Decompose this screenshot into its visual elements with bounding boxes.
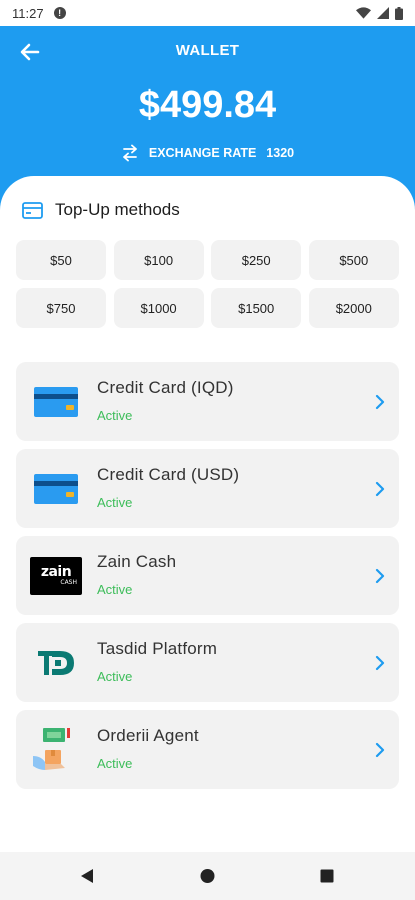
nav-home-button[interactable] (200, 869, 215, 884)
content-sheet: Top-Up methods $50 $100 $250 $500 $750 $… (0, 176, 415, 852)
app-screen: 11:27 ! WALLET $499.84 EXCHANGE RATE 132… (0, 0, 415, 900)
page-title: WALLET (175, 42, 240, 59)
method-status: Active (97, 408, 133, 423)
tasdid-logo (38, 650, 74, 675)
payment-methods-list: Credit Card (IQD) Active Credit Card (US… (16, 362, 399, 789)
method-status: Active (97, 669, 133, 684)
method-name: Zain Cash (97, 552, 177, 571)
agent-icon (33, 727, 70, 770)
status-bar: 11:27 ! (0, 0, 415, 26)
credit-card-icon (34, 473, 78, 504)
amount-button[interactable]: $1000 (113, 288, 204, 328)
battery-icon (395, 6, 403, 20)
nav-recents-button[interactable] (320, 869, 334, 883)
nav-back-button[interactable] (80, 868, 94, 884)
method-name: Orderii Agent (97, 726, 199, 745)
chevron-right-icon (375, 394, 385, 409)
exchange-rate-label: EXCHANGE RATE (148, 146, 257, 160)
method-name: Credit Card (IQD) (97, 378, 234, 397)
chevron-right-icon (375, 568, 385, 583)
method-status: Active (97, 582, 133, 597)
square-recents-icon (320, 869, 334, 883)
amount-button[interactable]: $2000 (308, 288, 399, 328)
method-zain-cash[interactable]: zain CASH Zain Cash Active (16, 536, 399, 615)
method-credit-card-usd[interactable]: Credit Card (USD) Active (16, 449, 399, 528)
topup-header: Top-Up methods (22, 200, 180, 220)
system-nav-bar (0, 852, 415, 900)
amount-button[interactable]: $750 (16, 288, 106, 328)
credit-card-icon (34, 386, 78, 417)
wifi-icon (356, 7, 371, 19)
method-credit-card-iqd[interactable]: Credit Card (IQD) Active (16, 362, 399, 441)
amount-button[interactable]: $1500 (211, 288, 302, 328)
method-orderii-agent[interactable]: Orderii Agent Active (16, 710, 399, 789)
wallet-balance: $499.84 (138, 84, 277, 126)
triangle-back-icon (81, 869, 93, 883)
zain-cash-logo: zain CASH (30, 556, 82, 595)
method-name: Tasdid Platform (97, 639, 218, 658)
circle-home-icon (200, 869, 215, 883)
chevron-right-icon (375, 655, 385, 670)
notification-icon: ! (53, 7, 66, 19)
amount-button[interactable]: $100 (113, 240, 204, 280)
chevron-right-icon (375, 742, 385, 757)
amount-button[interactable]: $50 (16, 240, 106, 280)
amount-button[interactable]: $500 (308, 240, 399, 280)
chevron-right-icon (375, 481, 385, 496)
amount-grid: $50 $100 $250 $500 $750 $1000 $1500 $200… (16, 240, 399, 328)
card-outline-icon (22, 201, 43, 219)
method-status: Active (97, 756, 133, 771)
method-status: Active (97, 495, 133, 510)
exchange-icon (122, 144, 137, 162)
topup-title: Top-Up methods (55, 200, 180, 219)
method-tasdid-platform[interactable]: Tasdid Platform Active (16, 623, 399, 702)
exchange-rate-value: 1320 (266, 146, 295, 160)
exchange-rate: EXCHANGE RATE 1320 (0, 144, 415, 162)
signal-icon (377, 7, 389, 19)
method-name: Credit Card (USD) (97, 465, 240, 484)
status-time: 11:27 (12, 5, 44, 21)
amount-button[interactable]: $250 (211, 240, 302, 280)
